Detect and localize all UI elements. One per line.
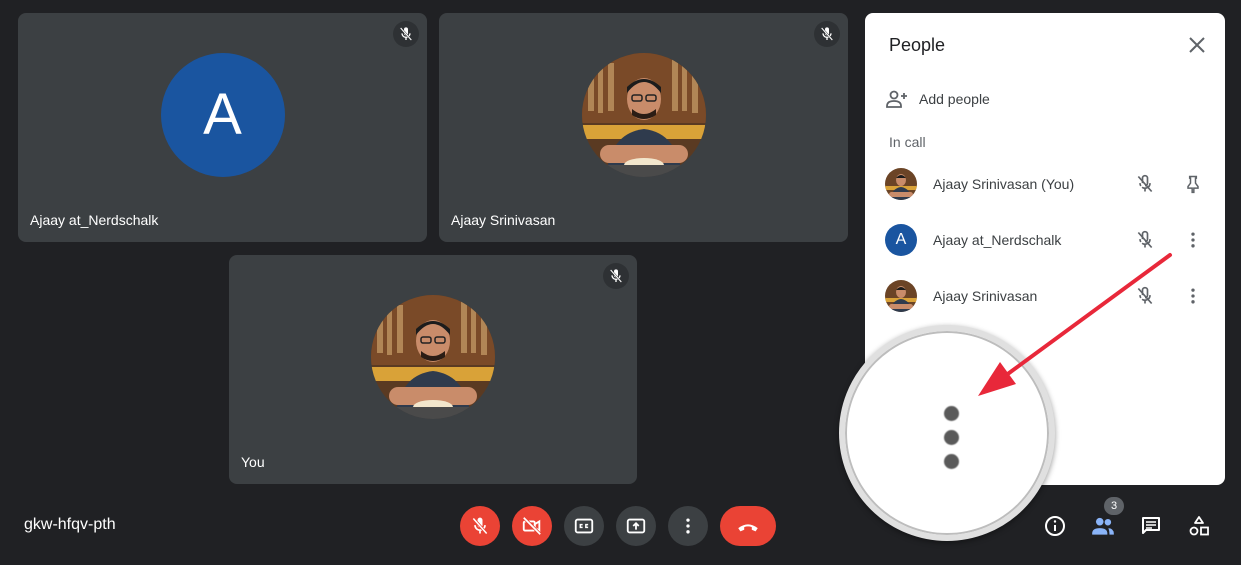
participant-name: Ajaay at_Nerdschalk — [933, 232, 1062, 248]
call-end-icon — [738, 524, 758, 532]
more-options-button[interactable] — [668, 506, 708, 546]
panel-title: People — [889, 35, 946, 55]
participant-name: Ajaay Srinivasan (You) — [933, 176, 1075, 192]
muted-mic-icon — [1133, 228, 1157, 252]
participant-row-ajaay-nerdschalk[interactable]: A Ajaay at_Nerdschalk — [885, 220, 1205, 260]
add-people-button[interactable]: Add people — [885, 87, 990, 111]
magnified-dot — [944, 454, 959, 469]
people-button[interactable] — [1089, 512, 1117, 540]
close-icon — [1189, 37, 1205, 53]
section-label: In call — [889, 134, 926, 150]
participant-name: Ajaay Srinivasan — [933, 288, 1038, 304]
person-add-icon — [886, 90, 907, 108]
muted-mic-icon — [814, 21, 840, 47]
add-people-label: Add people — [919, 91, 990, 107]
participant-count-badge: 3 — [1104, 497, 1124, 515]
magnified-dot — [944, 406, 959, 421]
more-vert-icon — [1191, 288, 1195, 304]
present-screen-icon — [626, 518, 646, 534]
muted-mic-icon — [1133, 284, 1157, 308]
chat-icon — [1142, 517, 1160, 534]
magnifier-callout — [839, 325, 1055, 541]
participant-tile-ajaay-nerdschalk[interactable]: A Ajaay at_Nerdschalk — [18, 13, 427, 242]
activities-icon — [1189, 516, 1209, 536]
avatar-photo — [885, 168, 917, 200]
meeting-details-button[interactable] — [1041, 512, 1069, 540]
leave-call-button[interactable] — [720, 506, 776, 546]
muted-mic-icon — [1133, 172, 1157, 196]
present-screen-button[interactable] — [616, 506, 656, 546]
camera-toggle-button[interactable] — [512, 506, 552, 546]
avatar: A — [160, 52, 285, 177]
more-options-button[interactable] — [1181, 284, 1205, 308]
pin-button[interactable] — [1181, 172, 1205, 196]
mic-off-icon — [472, 517, 488, 535]
avatar-photo — [371, 294, 495, 419]
chat-button[interactable] — [1137, 512, 1165, 540]
camera-off-icon — [522, 516, 542, 536]
muted-mic-icon — [603, 263, 629, 289]
muted-mic-icon — [393, 21, 419, 47]
more-vert-icon — [1191, 232, 1195, 248]
participant-tile-you[interactable]: You — [229, 255, 637, 484]
info-icon — [1045, 516, 1065, 536]
pin-icon — [1187, 175, 1199, 194]
avatar-photo — [581, 52, 706, 177]
more-options-button[interactable] — [1181, 228, 1205, 252]
activities-button[interactable] — [1185, 512, 1213, 540]
avatar-photo — [885, 280, 917, 312]
participant-name: Ajaay Srinivasan — [451, 212, 556, 228]
participant-name: You — [241, 454, 265, 470]
avatar: A — [885, 224, 917, 256]
magnified-dot — [944, 430, 959, 445]
participant-row-ajaay-srinivasan[interactable]: Ajaay Srinivasan — [885, 276, 1205, 316]
people-icon — [1092, 517, 1114, 535]
meeting-code: gkw-hfqv-pth — [24, 516, 116, 533]
closed-captions-icon — [574, 518, 594, 534]
more-vert-icon — [686, 518, 690, 534]
microphone-toggle-button[interactable] — [460, 506, 500, 546]
captions-button[interactable] — [564, 506, 604, 546]
participant-name: Ajaay at_Nerdschalk — [30, 212, 159, 228]
close-button[interactable] — [1185, 33, 1209, 57]
participant-tile-ajaay-srinivasan[interactable]: Ajaay Srinivasan — [439, 13, 848, 242]
participant-row-you[interactable]: Ajaay Srinivasan (You) — [885, 164, 1205, 204]
